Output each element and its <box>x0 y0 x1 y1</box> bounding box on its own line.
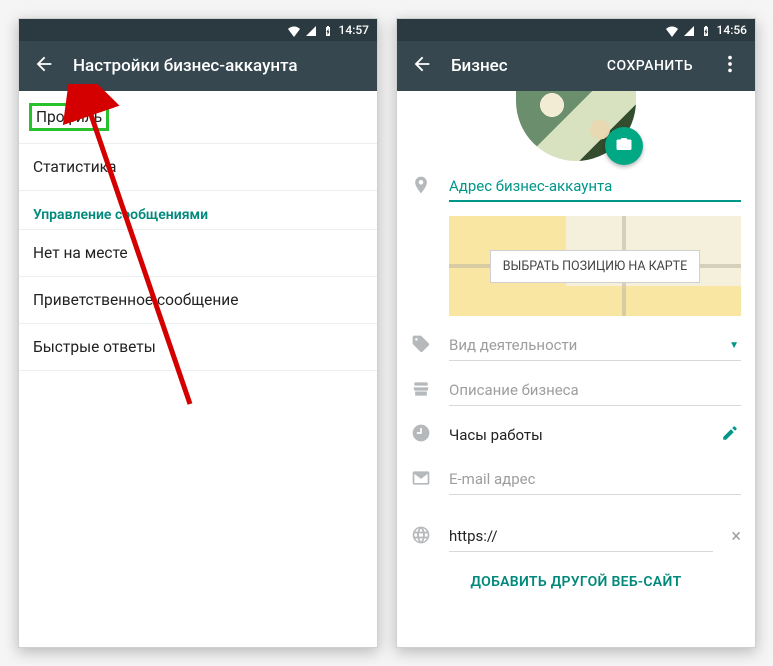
back-icon[interactable] <box>411 53 433 79</box>
item-profile[interactable]: Профиль <box>19 91 377 144</box>
battery-icon <box>322 23 334 37</box>
field-hours[interactable]: Часы работы <box>397 410 755 454</box>
category-input[interactable]: Вид деятельности <box>449 330 741 361</box>
profile-form: Адрес бизнес-аккаунта ВЫБРАТЬ ПОЗИЦИЮ НА… <box>397 91 755 647</box>
back-icon[interactable] <box>33 53 55 79</box>
mail-icon <box>411 468 431 492</box>
field-category[interactable]: Вид деятельности ▼ <box>397 320 755 365</box>
add-website-button[interactable]: ДОБАВИТЬ ДРУГОЙ ВЕБ-САЙТ <box>397 556 755 608</box>
wifi-icon <box>288 23 300 37</box>
status-bar: 14:56 <box>397 19 755 41</box>
save-button[interactable]: СОХРАНИТЬ <box>607 58 693 74</box>
item-quick-replies[interactable]: Быстрые ответы <box>19 324 377 371</box>
more-icon[interactable] <box>719 53 741 79</box>
screen-settings: 14:57 Настройки бизнес-аккаунта Профиль … <box>18 18 378 648</box>
status-bar: 14:57 <box>19 19 377 41</box>
location-icon <box>411 175 431 199</box>
status-time: 14:56 <box>717 23 747 37</box>
settings-list: Профиль Статистика Управление сообщениям… <box>19 91 377 647</box>
battery-icon <box>700 23 712 37</box>
signal-icon <box>683 23 695 37</box>
avatar-area <box>397 91 755 161</box>
signal-icon <box>305 23 317 37</box>
address-input[interactable]: Адрес бизнес-аккаунта <box>449 171 741 202</box>
edit-hours-button[interactable] <box>721 424 741 446</box>
section-messaging: Управление сообщениями <box>19 191 377 230</box>
clear-website-button[interactable]: × <box>731 526 741 547</box>
pick-on-map-button[interactable]: ВЫБРАТЬ ПОЗИЦИЮ НА КАРТЕ <box>490 250 701 283</box>
map-preview[interactable]: ВЫБРАТЬ ПОЗИЦИЮ НА КАРТЕ <box>449 216 741 316</box>
change-photo-button[interactable] <box>605 127 643 165</box>
email-input[interactable]: E-mail адрес <box>449 464 741 495</box>
field-email[interactable]: E-mail адрес <box>397 454 755 499</box>
clock-icon <box>411 423 431 447</box>
globe-icon <box>411 525 431 549</box>
page-title: Бизнес <box>451 56 508 76</box>
camera-icon <box>615 135 633 157</box>
item-greeting[interactable]: Приветственное сообщение <box>19 277 377 324</box>
store-icon <box>411 379 431 403</box>
hours-label: Часы работы <box>449 420 703 450</box>
website-input[interactable]: https:// <box>449 521 713 552</box>
dropdown-icon: ▼ <box>729 340 739 351</box>
field-description[interactable]: Описание бизнеса <box>397 365 755 410</box>
description-input[interactable]: Описание бизнеса <box>449 375 741 406</box>
wifi-icon <box>666 23 678 37</box>
screen-business-profile: 14:56 Бизнес СОХРАНИТЬ Адрес бизнес-акка… <box>396 18 756 648</box>
appbar: Настройки бизнес-аккаунта <box>19 41 377 91</box>
tag-icon <box>411 334 431 358</box>
item-away[interactable]: Нет на месте <box>19 230 377 277</box>
item-profile-label: Профиль <box>29 103 109 131</box>
field-address[interactable]: Адрес бизнес-аккаунта <box>397 161 755 206</box>
status-time: 14:57 <box>339 23 369 37</box>
item-statistics[interactable]: Статистика <box>19 144 377 191</box>
page-title: Настройки бизнес-аккаунта <box>73 56 298 76</box>
field-website[interactable]: https:// × <box>397 511 755 556</box>
appbar: Бизнес СОХРАНИТЬ <box>397 41 755 91</box>
